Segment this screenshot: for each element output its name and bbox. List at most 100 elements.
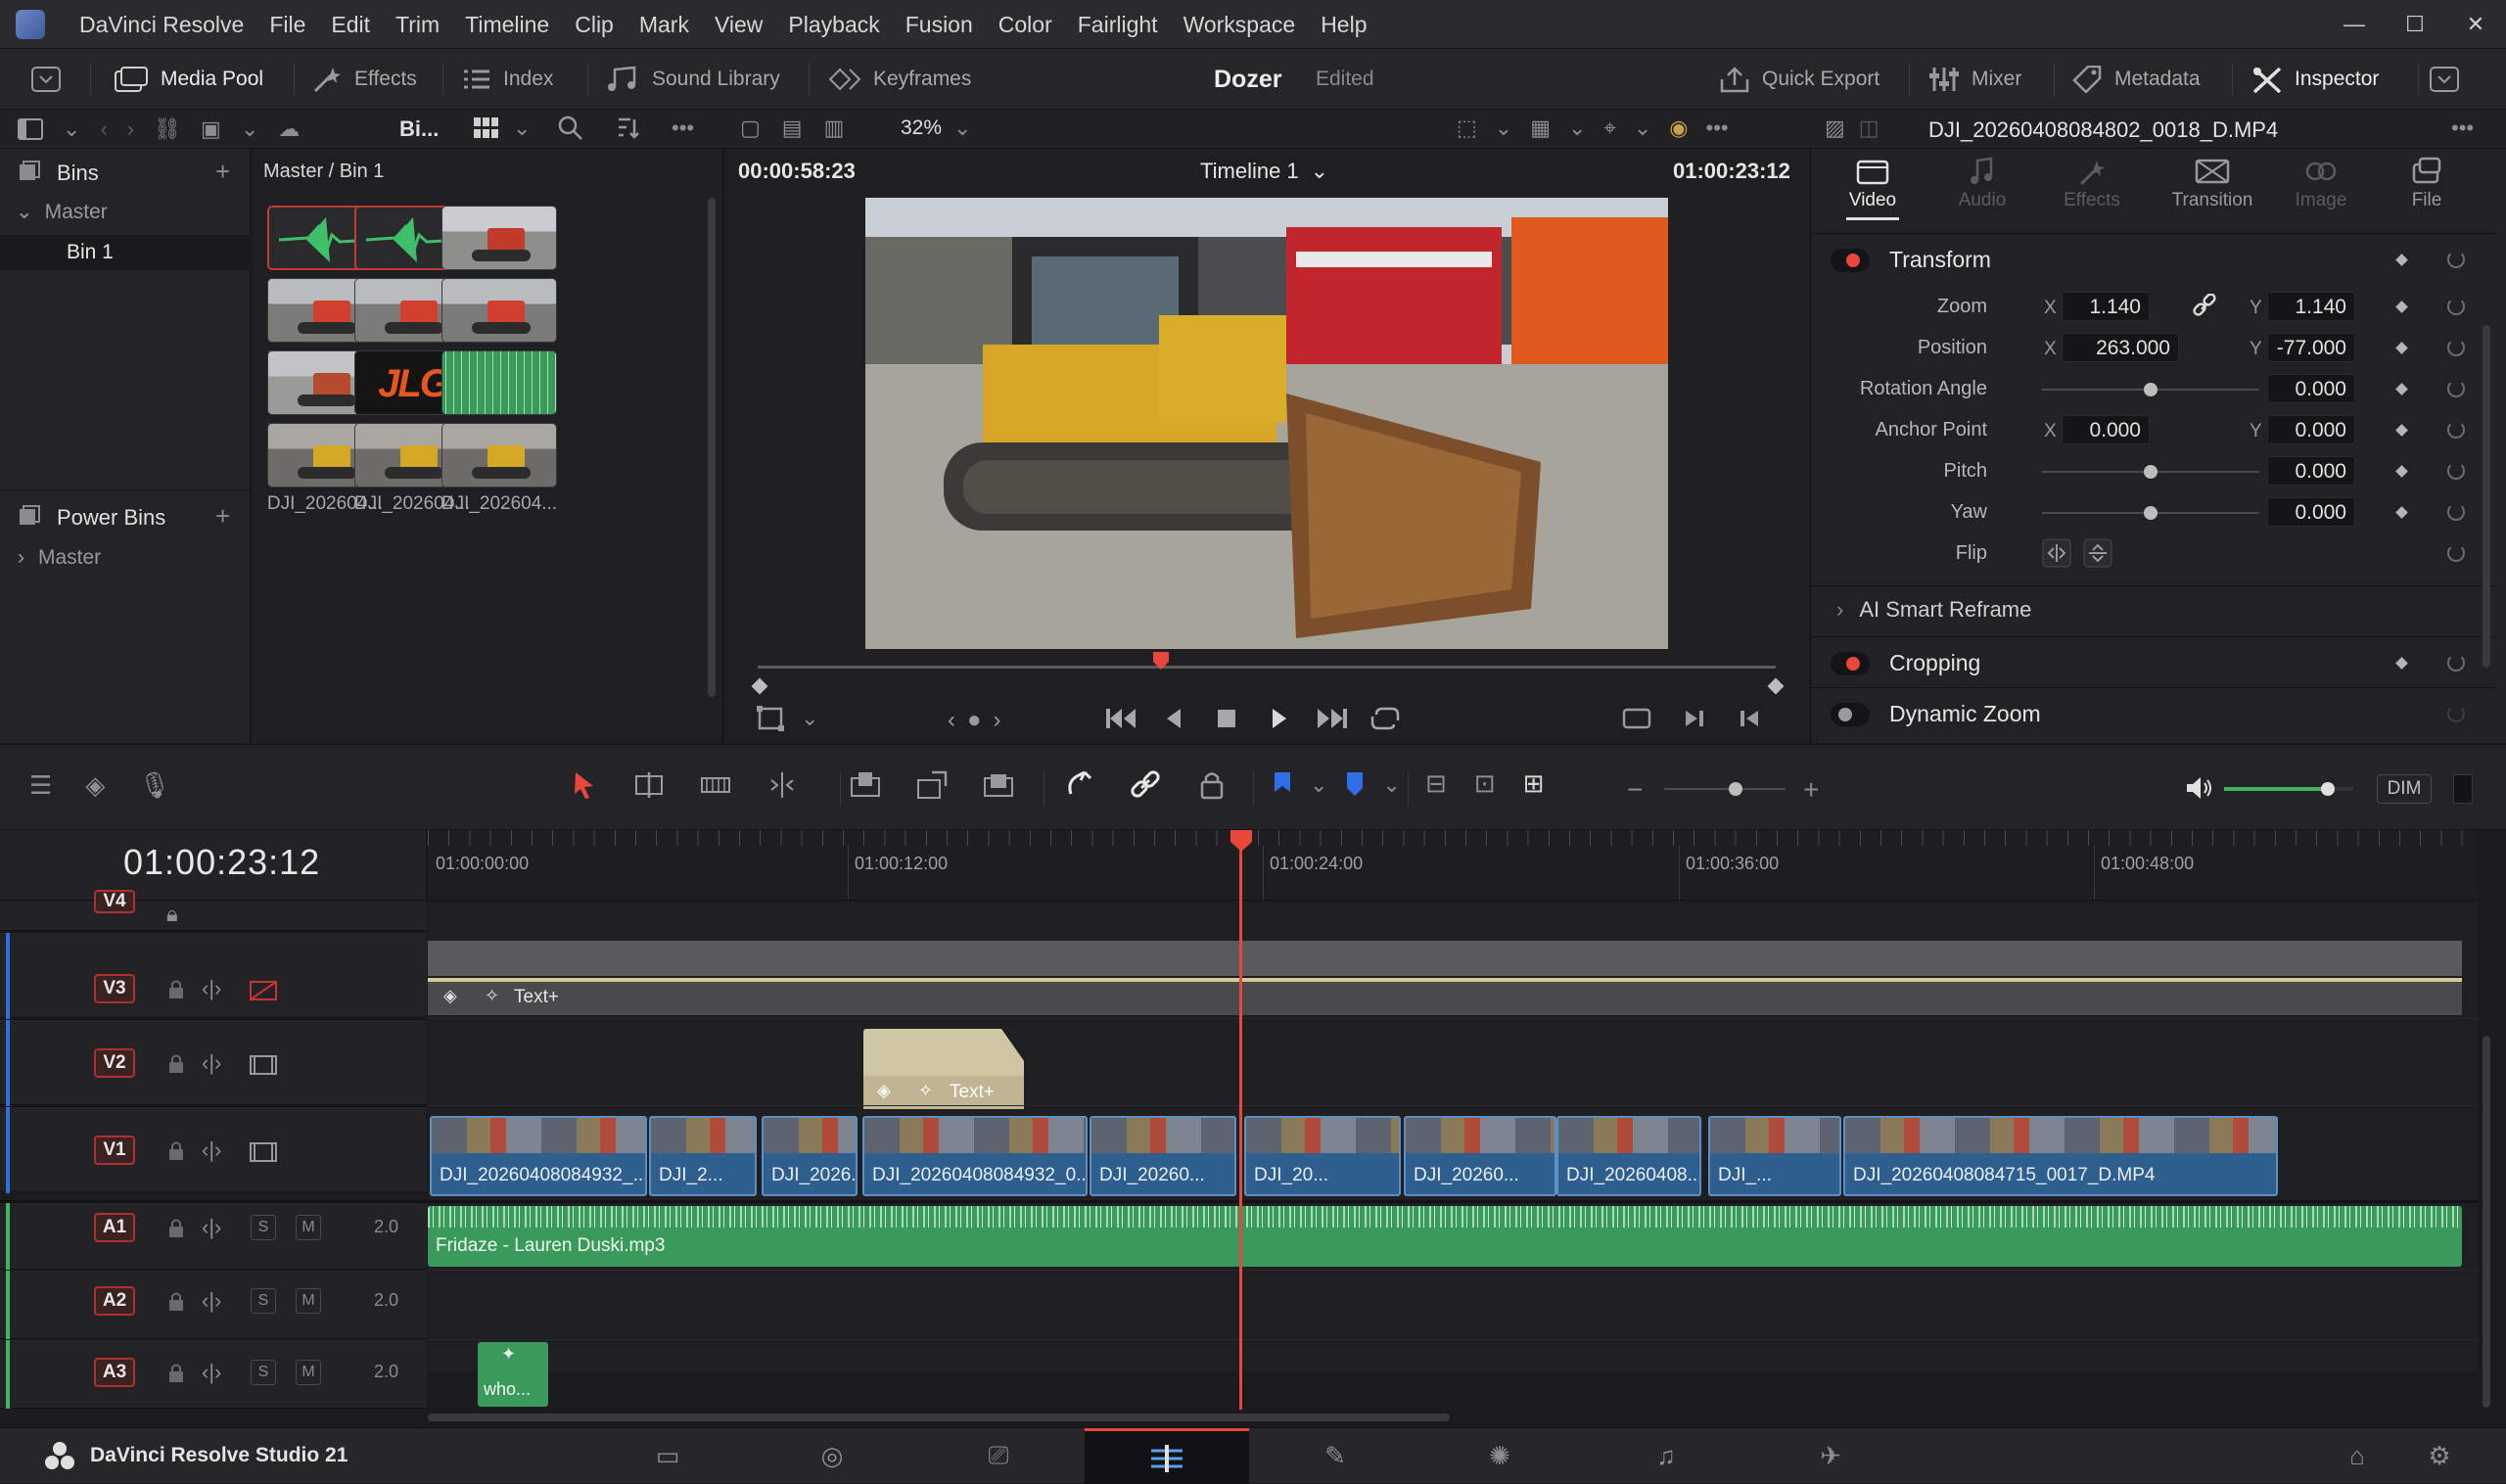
detail-zoom-icon[interactable]: ⊡ — [1474, 770, 1496, 796]
mute-button[interactable]: M — [296, 1215, 321, 1240]
search-icon[interactable] — [558, 116, 583, 141]
overwrite-clip-icon[interactable] — [914, 768, 950, 802]
zoom-y-field[interactable]: 1.140 — [2267, 292, 2355, 321]
safe-area-icon[interactable]: ⬚ — [1457, 117, 1477, 139]
inspector-button[interactable]: Inspector — [2251, 49, 2379, 110]
inspector-scrollbar[interactable] — [2483, 325, 2490, 668]
keyframe-diamond-icon[interactable] — [2395, 506, 2408, 519]
deliver-page-icon[interactable]: ✈ — [1813, 1440, 1848, 1471]
menu-playback[interactable]: Playback — [775, 12, 892, 38]
zoom-dropdown[interactable]: 32% ⌄ — [901, 116, 971, 140]
cropping-toggle[interactable] — [1831, 652, 1870, 675]
sidebar-toggle-icon[interactable] — [18, 117, 43, 141]
timeline-ruler[interactable]: 01:00:00:00 01:00:12:00 01:00:24:00 01:0… — [428, 830, 2478, 901]
timeline-selector[interactable]: Timeline 1 ⌄ — [1200, 159, 1328, 184]
flip-horizontal-icon[interactable] — [2042, 538, 2071, 568]
trim-edit-icon[interactable] — [632, 768, 666, 802]
track-label-a3[interactable]: A3 — [94, 1358, 135, 1387]
split-view-icon[interactable]: ◫ — [1859, 117, 1880, 139]
keyframe-diamond-icon[interactable] — [2395, 342, 2408, 354]
lock-icon[interactable] — [166, 1052, 186, 1074]
clip-thumbnail[interactable] — [441, 206, 557, 270]
chevron-down-icon[interactable]: ⌄ — [1634, 117, 1651, 139]
chevron-down-icon[interactable]: ⌄ — [1495, 117, 1512, 139]
position-x-field[interactable]: 263.000 — [2062, 333, 2179, 362]
menu-clip[interactable]: Clip — [562, 12, 626, 38]
power-bin-master[interactable]: › Master — [18, 546, 101, 570]
lock-icon[interactable] — [166, 978, 186, 999]
edit-page-icon[interactable]: ⎚ — [981, 1440, 1016, 1471]
timeline-viewer-icon[interactable]: ▤ — [782, 117, 803, 139]
timeline-vscrollbar[interactable] — [2483, 1036, 2490, 1408]
track-label-v4[interactable]: V4 — [94, 890, 135, 913]
auto-select-icon[interactable]: ‹|› — [202, 1362, 221, 1383]
pitch-slider-knob[interactable] — [2144, 465, 2158, 479]
replace-clip-icon[interactable] — [981, 768, 1016, 802]
reset-icon[interactable] — [2447, 544, 2465, 562]
auto-select-icon[interactable]: ‹|› — [202, 1052, 221, 1074]
dynamic-zoom-title[interactable]: Dynamic Zoom — [1889, 701, 2041, 727]
video-clip[interactable]: DJI_2... — [649, 1116, 757, 1196]
video-clip[interactable]: DJI_20260... — [1404, 1116, 1556, 1196]
menu-trim[interactable]: Trim — [383, 12, 452, 38]
color-wheel-icon[interactable]: ◉ — [1669, 117, 1688, 139]
auto-select-icon[interactable]: ‹|› — [202, 1217, 221, 1238]
match-frame-icon[interactable] — [1621, 705, 1652, 732]
dual-viewer-icon[interactable]: ▥ — [824, 117, 845, 139]
fairlight-page-icon[interactable]: ♫ — [1648, 1440, 1684, 1471]
video-clip[interactable]: DJI_20260... — [1090, 1116, 1236, 1196]
custom-zoom-icon[interactable]: ⊞ — [1523, 770, 1545, 796]
grid-view-icon[interactable] — [474, 117, 499, 139]
menu-help[interactable]: Help — [1308, 12, 1379, 38]
menu-file[interactable]: File — [256, 12, 318, 38]
timeline-zoom-knob[interactable] — [1729, 782, 1742, 796]
yaw-slider-knob[interactable] — [2144, 506, 2158, 520]
insert-clip-icon[interactable] — [848, 768, 883, 802]
minimize-button[interactable]: — — [2324, 0, 2385, 49]
chevron-down-icon[interactable]: ⌄ — [1310, 774, 1327, 796]
menu-mark[interactable]: Mark — [626, 12, 702, 38]
keyframe-diamond-icon[interactable] — [2395, 465, 2408, 478]
text-clip-v3-bar[interactable] — [428, 941, 2462, 976]
menu-fairlight[interactable]: Fairlight — [1065, 12, 1171, 38]
bin-master[interactable]: ⌄ Master — [16, 200, 108, 224]
pitch-field[interactable]: 0.000 — [2267, 456, 2355, 486]
sound-library-button[interactable]: Sound Library — [605, 49, 780, 110]
timeline-view-options-icon[interactable]: ☰ — [29, 772, 52, 798]
flip-vertical-icon[interactable] — [2083, 538, 2112, 568]
hq-playback-icon[interactable]: ▦ — [1530, 117, 1551, 139]
tab-transition[interactable]: Transition — [2154, 157, 2271, 227]
menu-fusion[interactable]: Fusion — [893, 12, 986, 38]
blade-edit-icon[interactable] — [766, 768, 799, 802]
video-clip[interactable]: DJI_20260408... — [1556, 1116, 1701, 1196]
keyframe-diamond-icon[interactable] — [2395, 424, 2408, 437]
cloud-icon[interactable]: ☁ — [278, 118, 300, 140]
color-page-icon[interactable]: ✺ — [1482, 1440, 1517, 1471]
menu-workspace[interactable]: Workspace — [1171, 12, 1309, 38]
marker-icon[interactable] — [1343, 770, 1367, 800]
viewer-playhead[interactable] — [1153, 652, 1169, 673]
panel-collapse-button[interactable] — [2430, 49, 2459, 110]
rotation-slider-knob[interactable] — [2144, 383, 2158, 396]
zoom-in-icon[interactable]: + — [1803, 774, 1819, 806]
transform-toggle[interactable] — [1831, 249, 1870, 272]
yaw-field[interactable]: 0.000 — [2267, 497, 2355, 527]
solo-button[interactable]: S — [251, 1360, 276, 1385]
reset-icon[interactable] — [2447, 251, 2465, 268]
transform-tool-icon[interactable] — [756, 705, 785, 732]
selection-arrow-icon[interactable] — [570, 768, 599, 802]
tab-file[interactable]: File — [2383, 157, 2471, 227]
previous-edit-icon[interactable] — [1737, 705, 1762, 732]
more-options-icon[interactable]: ••• — [672, 117, 694, 139]
text-clip-v2[interactable]: ◈ ✧ Text+ — [863, 1029, 1024, 1109]
video-clip[interactable]: DJI_20260408084932_... — [430, 1116, 647, 1196]
track-label-v2[interactable]: V2 — [94, 1048, 135, 1078]
media-page-icon[interactable]: ▭ — [650, 1440, 685, 1471]
maximize-button[interactable]: ☐ — [2385, 0, 2445, 49]
dynamic-zoom-toggle[interactable] — [1831, 703, 1870, 726]
video-frame[interactable] — [865, 198, 1668, 649]
video-clip[interactable]: DJI_20260408084715_0017_D.MP4 — [1843, 1116, 2278, 1196]
tab-video[interactable]: Video — [1829, 157, 1917, 227]
chevron-down-icon[interactable]: ⌄ — [241, 118, 258, 140]
track-enabled-icon[interactable] — [249, 1054, 278, 1076]
